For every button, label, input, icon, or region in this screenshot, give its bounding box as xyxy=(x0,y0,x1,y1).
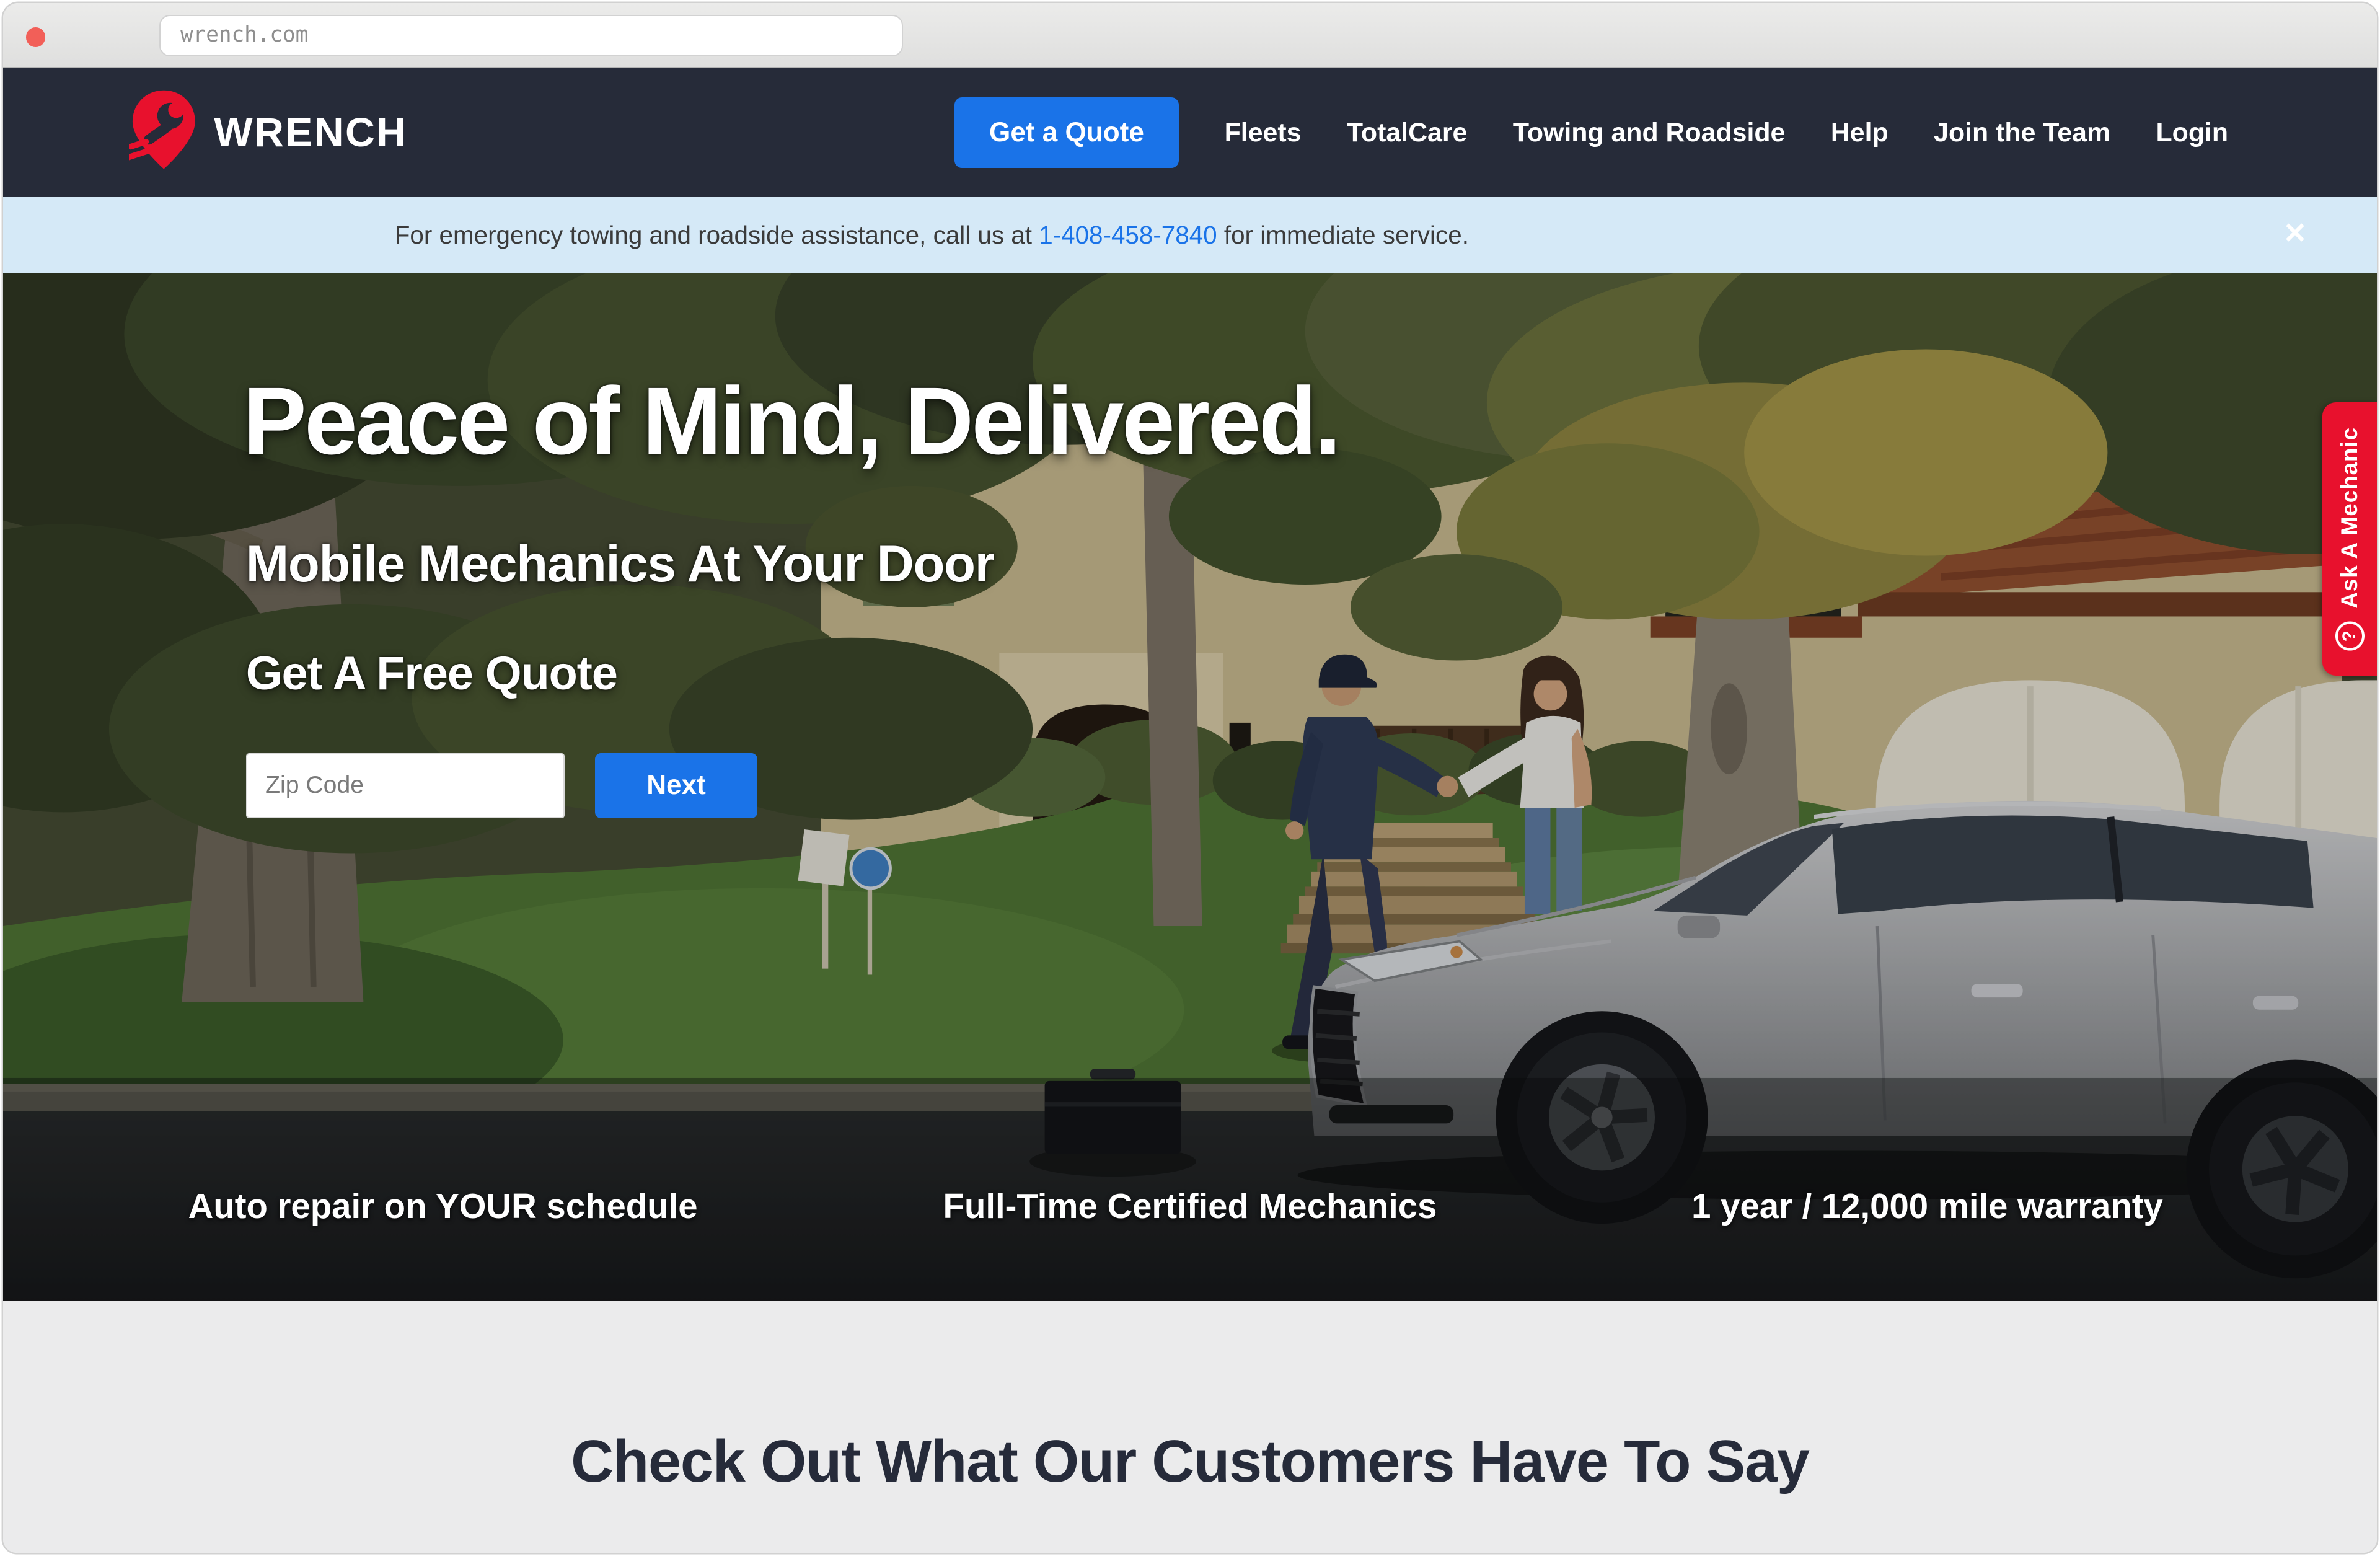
browser-titlebar: wrench.com xyxy=(3,3,2377,68)
hero-form-heading: Get A Free Quote xyxy=(246,647,617,700)
get-a-quote-button[interactable]: Get a Quote xyxy=(954,97,1179,168)
zoom-window-button[interactable] xyxy=(108,27,128,47)
banner-text-suffix: for immediate service. xyxy=(1217,221,1469,249)
ask-a-mechanic-tab[interactable]: Ask A Mechanic ? xyxy=(2322,402,2377,676)
url-bar[interactable]: wrench.com xyxy=(159,15,903,56)
quote-form: Next xyxy=(246,753,757,818)
close-icon[interactable]: ✕ xyxy=(2274,197,2316,273)
nav-link-fleets[interactable]: Fleets xyxy=(1225,118,1302,148)
next-button[interactable]: Next xyxy=(595,753,757,818)
ask-a-mechanic-label: Ask A Mechanic xyxy=(2337,427,2363,609)
wrench-logo[interactable]: WRENCH xyxy=(129,89,407,177)
main-navbar: WRENCH Get a Quote Fleets TotalCare Towi… xyxy=(3,68,2377,197)
nav-link-help[interactable]: Help xyxy=(1831,118,1889,148)
emergency-phone-link[interactable]: 1-408-458-7840 xyxy=(1039,221,1217,249)
window-controls xyxy=(26,27,128,47)
nav-link-towing-roadside[interactable]: Towing and Roadside xyxy=(1513,118,1786,148)
hero-section: Peace of Mind, Delivered. Mobile Mechani… xyxy=(3,273,2377,1301)
feature-mechanics: Full-Time Certified Mechanics xyxy=(943,1186,1437,1226)
zip-code-input[interactable] xyxy=(246,753,565,818)
nav-link-join-team[interactable]: Join the Team xyxy=(1934,118,2110,148)
wrench-pin-icon xyxy=(129,89,199,177)
logo-wordmark: WRENCH xyxy=(214,109,407,156)
banner-text-prefix: For emergency towing and roadside assist… xyxy=(395,221,1039,249)
hero-feature-bar: Auto repair on YOUR schedule Full-Time C… xyxy=(3,1186,2377,1226)
emergency-banner-text: For emergency towing and roadside assist… xyxy=(395,197,1469,273)
hero-title: Peace of Mind, Delivered. xyxy=(243,371,1339,471)
nav-link-login[interactable]: Login xyxy=(2156,118,2229,148)
testimonials-section: Check Out What Our Customers Have To Say xyxy=(3,1301,2377,1553)
emergency-banner: For emergency towing and roadside assist… xyxy=(3,197,2377,273)
close-window-button[interactable] xyxy=(26,27,46,47)
minimize-window-button[interactable] xyxy=(67,27,87,47)
browser-window: wrench.com WRENCH xyxy=(3,3,2377,1553)
testimonials-heading: Check Out What Our Customers Have To Say xyxy=(3,1301,2377,1496)
feature-warranty: 1 year / 12,000 mile warranty xyxy=(1691,1186,2163,1226)
hero-subtitle: Mobile Mechanics At Your Door xyxy=(246,534,994,594)
nav-menu: Get a Quote Fleets TotalCare Towing and … xyxy=(954,97,2377,168)
question-icon: ? xyxy=(2335,622,2365,651)
feature-schedule: Auto repair on YOUR schedule xyxy=(188,1186,698,1226)
nav-link-totalcare[interactable]: TotalCare xyxy=(1347,118,1467,148)
